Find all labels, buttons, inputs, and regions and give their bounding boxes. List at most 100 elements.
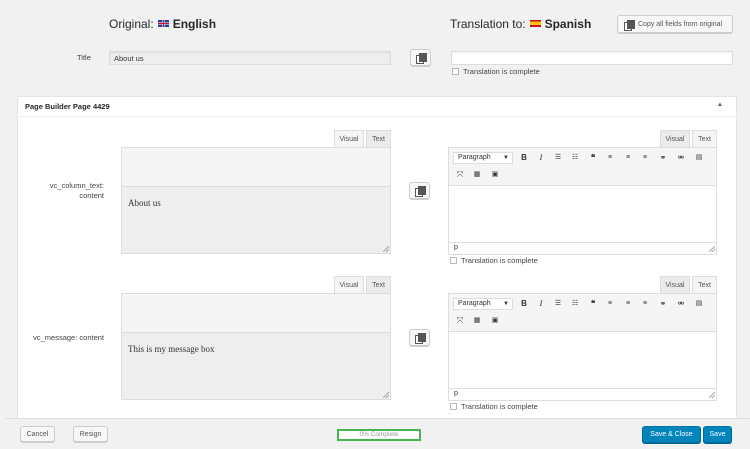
field-1-original-text: About us (128, 198, 161, 208)
field-2-original-tab-visual[interactable]: Visual (334, 276, 364, 293)
bold-icon[interactable]: B (519, 299, 529, 309)
numbered-list-icon[interactable]: ☷ (570, 153, 580, 163)
resize-handle-icon[interactable] (383, 392, 389, 398)
title-complete-checkbox[interactable] (452, 68, 459, 75)
field-2-complete-label: Translation is complete (461, 402, 538, 411)
section-header[interactable]: Page Builder Page 4429 ▲ (17, 96, 737, 117)
field-1-original-tab-visual[interactable]: Visual (334, 130, 364, 147)
toolbar-toggle-icon[interactable]: ▦ (472, 170, 482, 180)
field-2-original-content: This is my message box (121, 332, 391, 400)
collapse-toggle-icon[interactable]: ▲ (717, 102, 723, 108)
paragraph-format-select[interactable]: Paragraph ▼ (453, 152, 513, 164)
paragraph-format-value: Paragraph (458, 154, 491, 161)
add-media-icon[interactable]: ▣ (490, 316, 500, 326)
field-1-label: vc_column_text: content (30, 181, 104, 201)
field-2-complete-row[interactable]: Translation is complete (450, 402, 538, 411)
field-2-copy-button[interactable] (409, 329, 430, 346)
resize-handle-icon[interactable] (709, 392, 715, 398)
field-1-complete-label: Translation is complete (461, 256, 538, 265)
align-center-icon[interactable]: ≡ (623, 153, 633, 163)
field-2-label: vc_message: content (20, 333, 104, 343)
align-left-icon[interactable]: ≡ (605, 153, 615, 163)
field-2-translation-tab-text[interactable]: Text (692, 276, 717, 293)
link-icon[interactable]: ⚭ (658, 153, 668, 163)
bullet-list-icon[interactable]: ☰ (553, 153, 563, 163)
chevron-down-icon: ▼ (503, 155, 509, 161)
field-1-translation-toolbar: Paragraph ▼ B I ☰ ☷ ❝ ≡ ≡ ≡ ⚭ ⚮ ▤ ⤧ ▦ ▣ (449, 148, 716, 186)
copy-icon (624, 19, 635, 31)
field-1-original-tab-text[interactable]: Text (366, 130, 391, 147)
section-title: Page Builder Page 4429 (25, 102, 110, 111)
blockquote-icon[interactable]: ❝ (588, 299, 598, 309)
uk-flag-icon (157, 20, 169, 28)
progress-label: 0% Complete (359, 431, 399, 438)
paragraph-format-select[interactable]: Paragraph ▼ (453, 298, 513, 310)
original-language-header: Original: English (109, 17, 216, 31)
field-1-path: p (454, 244, 458, 251)
field-2-translation-editor[interactable]: Paragraph ▼ B I ☰ ☷ ❝ ≡ ≡ ≡ ⚭ ⚮ ▤ ⤧ ▦ ▣ … (448, 293, 717, 401)
field-1-label-line1: vc_column_text: (49, 181, 104, 190)
read-more-icon[interactable]: ▤ (694, 153, 704, 163)
cancel-button[interactable]: Cancel (20, 426, 55, 442)
unlink-icon[interactable]: ⚮ (676, 299, 686, 309)
field-2-path: p (454, 390, 458, 397)
field-1-translation-editor[interactable]: Paragraph ▼ B I ☰ ☷ ❝ ≡ ≡ ≡ ⚭ ⚮ ▤ ⤧ ▦ ▣ … (448, 147, 717, 255)
italic-icon[interactable]: I (536, 299, 546, 309)
title-translation-input[interactable] (451, 51, 733, 65)
field-1-copy-button[interactable] (409, 182, 430, 199)
fullscreen-icon[interactable]: ⤧ (455, 316, 465, 326)
field-1-original-toolbar (121, 147, 391, 186)
save-close-button[interactable]: Save & Close (642, 426, 701, 443)
link-icon[interactable]: ⚭ (658, 299, 668, 309)
translation-language-header: Translation to: Spanish (450, 17, 591, 31)
bullet-list-icon[interactable]: ☰ (553, 299, 563, 309)
field-2-original-text: This is my message box (128, 344, 215, 354)
copy-icon (415, 186, 426, 197)
blockquote-icon[interactable]: ❝ (588, 153, 598, 163)
align-right-icon[interactable]: ≡ (640, 153, 650, 163)
field-2-complete-checkbox[interactable] (450, 403, 457, 410)
field-1-original-content: About us (121, 186, 391, 254)
field-1-translation-tab-visual[interactable]: Visual (660, 130, 690, 147)
field-1-complete-row[interactable]: Translation is complete (450, 256, 538, 265)
resign-button[interactable]: Resign (73, 426, 108, 442)
original-label: Original: (109, 17, 154, 31)
resize-handle-icon[interactable] (383, 246, 389, 252)
chevron-down-icon: ▼ (503, 301, 509, 307)
copy-all-button[interactable]: Copy all fields from original (617, 15, 733, 33)
field-1-translation-tab-text[interactable]: Text (692, 130, 717, 147)
paragraph-format-value: Paragraph (458, 300, 491, 307)
align-left-icon[interactable]: ≡ (605, 299, 615, 309)
field-1-complete-checkbox[interactable] (450, 257, 457, 264)
numbered-list-icon[interactable]: ☷ (570, 299, 580, 309)
translation-language-name: Spanish (544, 17, 592, 31)
field-2-translation-tab-visual[interactable]: Visual (660, 276, 690, 293)
spain-flag-icon (529, 20, 541, 28)
bold-icon[interactable]: B (519, 153, 529, 163)
title-field-label: Title (77, 53, 91, 62)
title-complete-checkbox-row[interactable]: Translation is complete (452, 67, 540, 76)
copy-all-label: Copy all fields from original (638, 20, 723, 28)
field-2-original-toolbar (121, 293, 391, 332)
resize-handle-icon[interactable] (709, 246, 715, 252)
save-button[interactable]: Save (703, 426, 732, 443)
fullscreen-icon[interactable]: ⤧ (455, 170, 465, 180)
field-2-original-tab-text[interactable]: Text (366, 276, 391, 293)
align-center-icon[interactable]: ≡ (623, 299, 633, 309)
read-more-icon[interactable]: ▤ (694, 299, 704, 309)
field-2-status-bar: p (449, 388, 716, 400)
title-original-field: About us (109, 51, 391, 65)
copy-icon (415, 333, 426, 344)
title-complete-label: Translation is complete (463, 67, 540, 76)
align-right-icon[interactable]: ≡ (640, 299, 650, 309)
original-language-name: English (172, 17, 217, 31)
unlink-icon[interactable]: ⚮ (676, 153, 686, 163)
field-2-label-line1: vc_message: content (33, 333, 104, 342)
italic-icon[interactable]: I (536, 153, 546, 163)
copy-title-button[interactable] (410, 49, 431, 66)
toolbar-toggle-icon[interactable]: ▦ (472, 316, 482, 326)
add-media-icon[interactable]: ▣ (490, 170, 500, 180)
progress-bar: 0% Complete (337, 429, 421, 441)
field-1-label-line2: content (79, 191, 104, 200)
copy-icon (416, 53, 427, 64)
